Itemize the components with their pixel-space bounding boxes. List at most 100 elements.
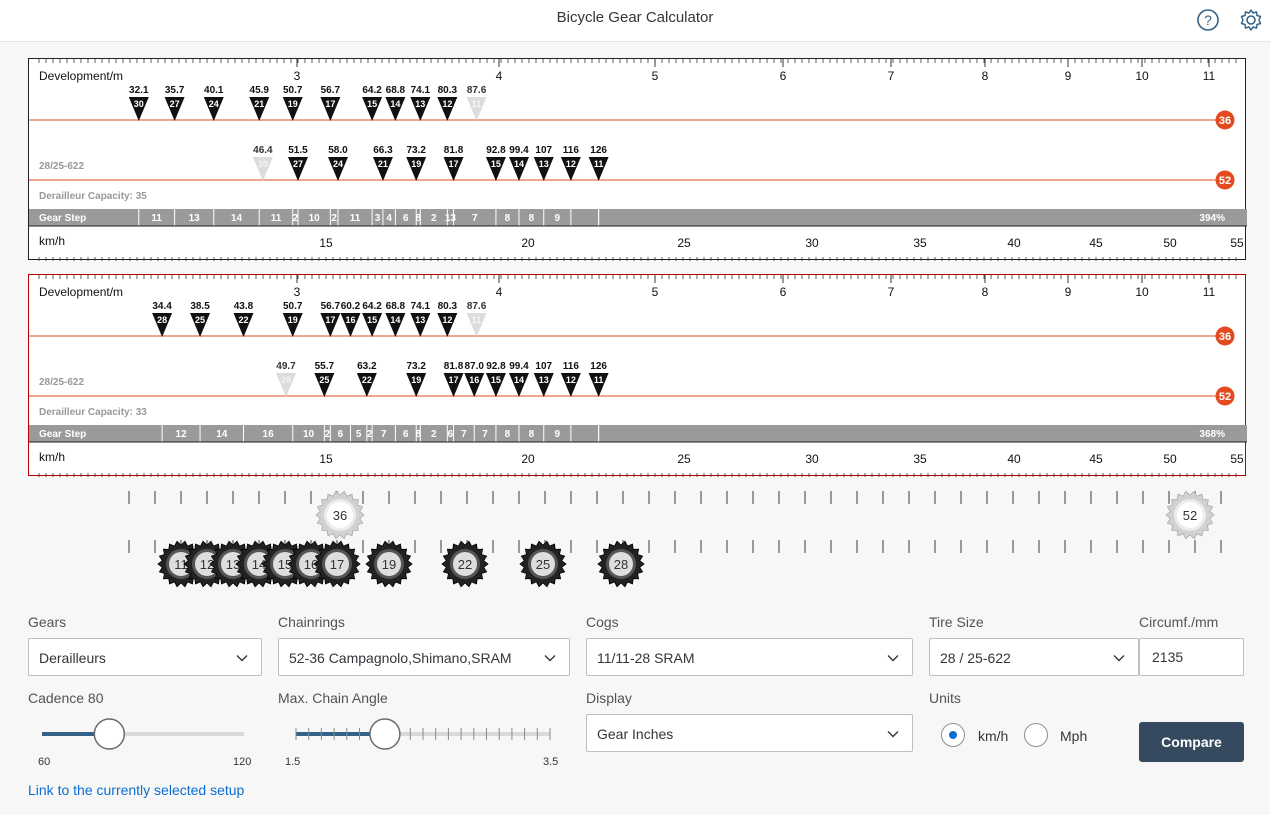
gear-value-label: 50.7 <box>283 85 303 96</box>
chainrings-select[interactable]: 52-36 Campagnolo,Shimano,SRAM <box>278 638 570 676</box>
gear-cog-label: 16 <box>469 375 479 385</box>
gear-marker[interactable]: 55.7 25 <box>314 361 335 397</box>
gear-marker[interactable]: 87.6 11 <box>466 301 487 337</box>
compare-button[interactable]: Compare <box>1139 722 1244 762</box>
gear-value-label: 68.8 <box>386 301 406 312</box>
capacity-label: Derailleur Capacity: 35 <box>39 191 147 202</box>
tire-label: 28/25-622 <box>39 377 84 388</box>
cog-sprocket[interactable]: 19 <box>365 540 413 588</box>
gear-marker[interactable]: 12611 <box>588 361 609 397</box>
gear-marker[interactable]: 49.7 28 <box>276 361 296 397</box>
circumference-field[interactable] <box>1139 638 1244 676</box>
gear-cog-label: 28 <box>281 375 291 385</box>
gear-cog-label: 19 <box>288 99 298 109</box>
cogs-value: 11/11-28 SRAM <box>597 650 695 666</box>
gear-value-label: 126 <box>590 361 607 372</box>
gear-marker[interactable]: 12611 <box>588 145 609 181</box>
speed-tick-label: 40 <box>1007 236 1021 250</box>
gear-marker[interactable]: 92.8 15 <box>485 145 506 181</box>
units-mph-radio[interactable] <box>1024 723 1048 747</box>
gear-marker[interactable]: 11612 <box>560 361 581 397</box>
gear-marker[interactable]: 80.3 12 <box>437 301 457 337</box>
gear-marker[interactable]: 99.4 14 <box>508 145 529 181</box>
slider-handle[interactable] <box>93 718 126 750</box>
display-select[interactable]: Gear Inches <box>586 714 913 752</box>
chainring-sprocket[interactable]: 36 <box>315 490 365 540</box>
gear-marker[interactable]: 87.0 16 <box>464 361 484 397</box>
gear-marker[interactable]: 56.7 17 <box>320 85 341 121</box>
gear-marker[interactable]: 38.5 25 <box>190 301 210 337</box>
gear-marker[interactable]: 58.0 24 <box>327 145 348 181</box>
gear-marker[interactable]: 74.1 13 <box>410 301 430 337</box>
cog-sprocket[interactable]: 28 <box>597 540 645 588</box>
gear-marker[interactable]: 10713 <box>533 361 554 397</box>
gear-marker[interactable]: 81.8 17 <box>443 145 464 181</box>
gear-marker[interactable]: 64.2 15 <box>362 85 382 121</box>
gear-marker[interactable]: 43.8 22 <box>233 301 254 337</box>
chain-angle-max-label: 3.5 <box>543 756 559 768</box>
settings-gear-icon[interactable] <box>1238 7 1264 33</box>
development-axis-label: Development/m <box>39 285 123 299</box>
units-label: Units <box>929 690 961 706</box>
chainring-sprocket[interactable]: 52 <box>1165 490 1215 540</box>
cog-sprocket[interactable]: 22 <box>441 540 489 588</box>
gear-marker[interactable]: 63.2 22 <box>356 361 377 397</box>
speed-axis-label: km/h <box>39 450 65 464</box>
sprocket-teeth-label: 19 <box>382 557 396 572</box>
gears-select[interactable]: Derailleurs <box>28 638 262 676</box>
gear-marker[interactable]: 56.7 17 <box>320 301 341 337</box>
gear-marker[interactable]: 68.8 14 <box>385 85 406 121</box>
cog-sprocket[interactable]: 25 <box>519 540 567 588</box>
gear-marker[interactable]: 73.2 19 <box>406 145 426 181</box>
gear-marker[interactable]: 45.9 21 <box>249 85 269 121</box>
gear-marker[interactable]: 74.1 13 <box>410 85 430 121</box>
slider-handle[interactable] <box>369 718 401 750</box>
development-tick-label: 9 <box>1065 69 1072 83</box>
gear-cog-label: 15 <box>367 315 377 325</box>
chain-angle-slider[interactable] <box>278 716 568 752</box>
gear-marker[interactable]: 32.1 30 <box>128 85 149 121</box>
chainrings-label: Chainrings <box>278 614 345 630</box>
gear-marker[interactable]: 73.2 19 <box>406 361 426 397</box>
gear-marker[interactable]: 50.7 19 <box>282 85 303 121</box>
help-icon[interactable]: ? <box>1195 7 1221 33</box>
speed-tick-label: 35 <box>913 236 927 250</box>
gear-marker[interactable]: 50.7 19 <box>282 301 303 337</box>
circumference-input[interactable] <box>1152 649 1232 665</box>
development-tick-label: 3 <box>294 69 301 83</box>
gear-marker[interactable]: 92.8 15 <box>485 361 506 397</box>
gear-marker[interactable]: 80.3 12 <box>437 85 457 121</box>
units-kmh-radio[interactable] <box>941 723 965 747</box>
tire-size-value: 28 / 25-622 <box>940 650 1011 666</box>
gear-marker[interactable]: 68.8 14 <box>385 301 406 337</box>
gear-marker[interactable]: 34.4 28 <box>152 301 172 337</box>
gear-marker[interactable]: 35.7 27 <box>164 85 185 121</box>
chainring-badge-label: 36 <box>1219 331 1231 343</box>
gear-value-label: 49.7 <box>276 361 296 372</box>
development-tick-label: 11 <box>1203 285 1216 299</box>
gear-marker[interactable]: 11612 <box>560 145 581 181</box>
gear-cog-label: 25 <box>319 375 329 385</box>
gear-marker[interactable]: 99.4 14 <box>508 361 529 397</box>
setup-link[interactable]: Link to the currently selected setup <box>28 782 244 798</box>
cogs-select[interactable]: 11/11-28 SRAM <box>586 638 913 676</box>
gear-marker[interactable]: 87.6 11 <box>466 85 487 121</box>
gear-step-label: Gear Step <box>39 213 86 224</box>
tire-size-select[interactable]: 28 / 25-622 <box>929 638 1139 676</box>
development-tick-label: 11 <box>1203 69 1216 83</box>
cadence-slider[interactable] <box>28 716 258 752</box>
gear-marker[interactable]: 60.2 16 <box>340 301 361 337</box>
gear-cog-label: 15 <box>367 99 377 109</box>
gear-marker[interactable]: 51.5 27 <box>287 145 308 181</box>
gear-marker[interactable]: 46.4 30 <box>252 145 273 181</box>
gear-marker[interactable]: 81.8 17 <box>443 361 464 397</box>
speed-tick-label: 55 <box>1230 236 1244 250</box>
gear-marker[interactable]: 40.1 24 <box>203 85 224 121</box>
development-tick-label: 6 <box>780 69 787 83</box>
gear-step-value: 6 <box>338 429 344 440</box>
gear-marker[interactable]: 64.2 15 <box>362 301 382 337</box>
gear-marker[interactable]: 66.3 21 <box>372 145 393 181</box>
display-label: Display <box>586 690 632 706</box>
gear-marker[interactable]: 10713 <box>533 145 554 181</box>
speed-tick-label: 25 <box>677 452 691 466</box>
